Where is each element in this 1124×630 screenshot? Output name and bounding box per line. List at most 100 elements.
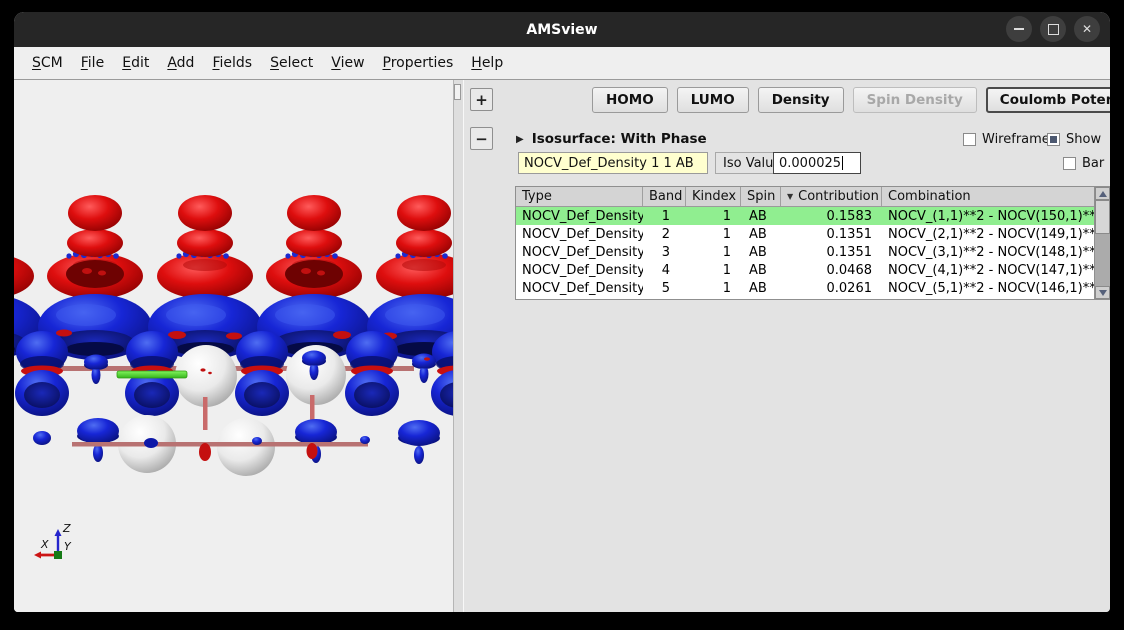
cell-type: NOCV_Def_Density — [516, 225, 643, 243]
menu-bar: SCM File Edit Add Fields Select View Pro… — [14, 47, 1110, 79]
cell-contribution: 0.1583 — [781, 207, 882, 225]
fields-panel: + HOMO LUMO Density Spin Density Coulomb… — [464, 80, 1110, 612]
table-row[interactable]: NOCV_Def_Density51AB0.0261NOCV_(5,1)**2 … — [516, 279, 1094, 297]
scroll-up-button[interactable] — [1095, 187, 1110, 200]
isosurface-title: Isosurface: With Phase — [532, 131, 707, 147]
menu-edit[interactable]: Edit — [114, 51, 157, 75]
iso-value-input[interactable]: 0.000025 — [773, 152, 861, 174]
titlebar[interactable]: AMSview ✕ — [14, 12, 1110, 47]
table-header-row: Type Band Kindex Spin ▼ Contribution Com… — [516, 187, 1094, 207]
cell-kindex: 1 — [686, 261, 741, 279]
text-cursor — [842, 156, 843, 170]
splitter-handle[interactable] — [454, 84, 461, 100]
menu-file[interactable]: File — [73, 51, 112, 75]
menu-properties[interactable]: Properties — [375, 51, 462, 75]
table-row[interactable]: NOCV_Def_Density41AB0.0468NOCV_(4,1)**2 … — [516, 261, 1094, 279]
add-isosurface-button[interactable]: + — [470, 88, 493, 111]
cell-spin: AB — [741, 279, 781, 297]
cell-kindex: 1 — [686, 207, 741, 225]
window-controls: ✕ — [1006, 16, 1100, 42]
wireframe-checkbox[interactable]: Wireframe — [963, 132, 1050, 147]
header-spin[interactable]: Spin — [741, 187, 781, 206]
table-row[interactable]: NOCV_Def_Density11AB0.1583NOCV_(1,1)**2 … — [516, 207, 1094, 225]
tab-spin-density[interactable]: Spin Density — [853, 87, 977, 113]
scrollbar-track[interactable] — [1095, 234, 1110, 286]
nocv-table: Type Band Kindex Spin ▼ Contribution Com… — [515, 186, 1110, 300]
cell-spin: AB — [741, 261, 781, 279]
window-title: AMSview — [526, 22, 597, 38]
iso-value-text: 0.000025 — [779, 156, 841, 171]
tab-density[interactable]: Density — [758, 87, 844, 113]
expander-triangle-icon[interactable]: ▶ — [516, 134, 524, 145]
header-combination[interactable]: Combination — [882, 187, 1094, 206]
close-button[interactable]: ✕ — [1074, 16, 1100, 42]
minimize-button[interactable] — [1006, 16, 1032, 42]
cell-contribution: 0.1351 — [781, 225, 882, 243]
axis-x-label: X — [40, 538, 49, 551]
arrow-up-icon — [1099, 191, 1107, 197]
show-checkbox-box — [1047, 133, 1060, 146]
axis-z-label: Z — [62, 522, 71, 535]
cell-contribution: 0.0468 — [781, 261, 882, 279]
amsview-window: AMSview ✕ SCM File Edit Add Fields Selec… — [14, 12, 1110, 612]
cell-type: NOCV_Def_Density — [516, 279, 643, 297]
show-checkbox[interactable]: Show — [1047, 132, 1101, 147]
menu-add[interactable]: Add — [159, 51, 202, 75]
tab-homo[interactable]: HOMO — [592, 87, 668, 113]
bar-checkbox[interactable]: Bar — [1063, 156, 1104, 171]
header-contribution[interactable]: ▼ Contribution — [781, 187, 882, 206]
molecule-3d-viewport[interactable]: Z X Y — [14, 80, 453, 612]
cell-kindex: 1 — [686, 279, 741, 297]
cell-combination: NOCV_(2,1)**2 - NOCV(149,1)**2 — [882, 225, 1094, 243]
cell-type: NOCV_Def_Density — [516, 261, 643, 279]
menu-view[interactable]: View — [323, 51, 372, 75]
remove-isosurface-button[interactable]: − — [470, 127, 493, 150]
wireframe-label: Wireframe — [982, 132, 1050, 147]
cell-combination: NOCV_(4,1)**2 - NOCV(147,1)**2 — [882, 261, 1094, 279]
isosurface-header: ▶ Isosurface: With Phase — [516, 131, 707, 147]
cell-band: 1 — [643, 207, 686, 225]
field-name-input[interactable]: NOCV_Def_Density 1 1 AB — [518, 152, 708, 174]
cell-contribution: 0.0261 — [781, 279, 882, 297]
wireframe-checkbox-box — [963, 133, 976, 146]
sort-descending-icon: ▼ — [787, 192, 793, 201]
tab-lumo[interactable]: LUMO — [677, 87, 749, 113]
table-body: NOCV_Def_Density11AB0.1583NOCV_(1,1)**2 … — [516, 207, 1094, 297]
cell-spin: AB — [741, 207, 781, 225]
show-label: Show — [1066, 132, 1101, 147]
cell-contribution: 0.1351 — [781, 243, 882, 261]
scroll-down-button[interactable] — [1095, 286, 1110, 299]
panel-splitter[interactable] — [453, 80, 464, 612]
header-band[interactable]: Band — [643, 187, 686, 206]
header-type[interactable]: Type — [516, 187, 643, 206]
tab-coulomb-potential[interactable]: Coulomb Potential — [986, 87, 1110, 113]
table-row[interactable]: NOCV_Def_Density21AB0.1351NOCV_(2,1)**2 … — [516, 225, 1094, 243]
field-tabs: HOMO LUMO Density Spin Density Coulomb P… — [592, 87, 1110, 113]
arrow-down-icon — [1099, 290, 1107, 296]
header-kindex[interactable]: Kindex — [686, 187, 741, 206]
table-scrollbar[interactable] — [1094, 187, 1110, 299]
cell-spin: AB — [741, 243, 781, 261]
cell-spin: AB — [741, 225, 781, 243]
cell-type: NOCV_Def_Density — [516, 207, 643, 225]
cell-kindex: 1 — [686, 243, 741, 261]
bar-checkbox-box — [1063, 157, 1076, 170]
scrollbar-thumb[interactable] — [1095, 200, 1110, 234]
menu-scm[interactable]: SCM — [24, 51, 71, 75]
cell-kindex: 1 — [686, 225, 741, 243]
isosurface-scene: Z X Y — [14, 80, 453, 612]
menu-help[interactable]: Help — [463, 51, 511, 75]
main-content: Z X Y + HOMO LUMO Density Spin Density C… — [14, 79, 1110, 612]
menu-select[interactable]: Select — [262, 51, 321, 75]
bar-label: Bar — [1082, 156, 1104, 171]
cell-band: 5 — [643, 279, 686, 297]
cell-combination: NOCV_(5,1)**2 - NOCV(146,1)**2 — [882, 279, 1094, 297]
minimize-icon — [1014, 28, 1024, 30]
cell-band: 2 — [643, 225, 686, 243]
cell-band: 4 — [643, 261, 686, 279]
maximize-button[interactable] — [1040, 16, 1066, 42]
menu-fields[interactable]: Fields — [204, 51, 260, 75]
cell-type: NOCV_Def_Density — [516, 243, 643, 261]
table-row[interactable]: NOCV_Def_Density31AB0.1351NOCV_(3,1)**2 … — [516, 243, 1094, 261]
cell-combination: NOCV_(3,1)**2 - NOCV(148,1)**2 — [882, 243, 1094, 261]
